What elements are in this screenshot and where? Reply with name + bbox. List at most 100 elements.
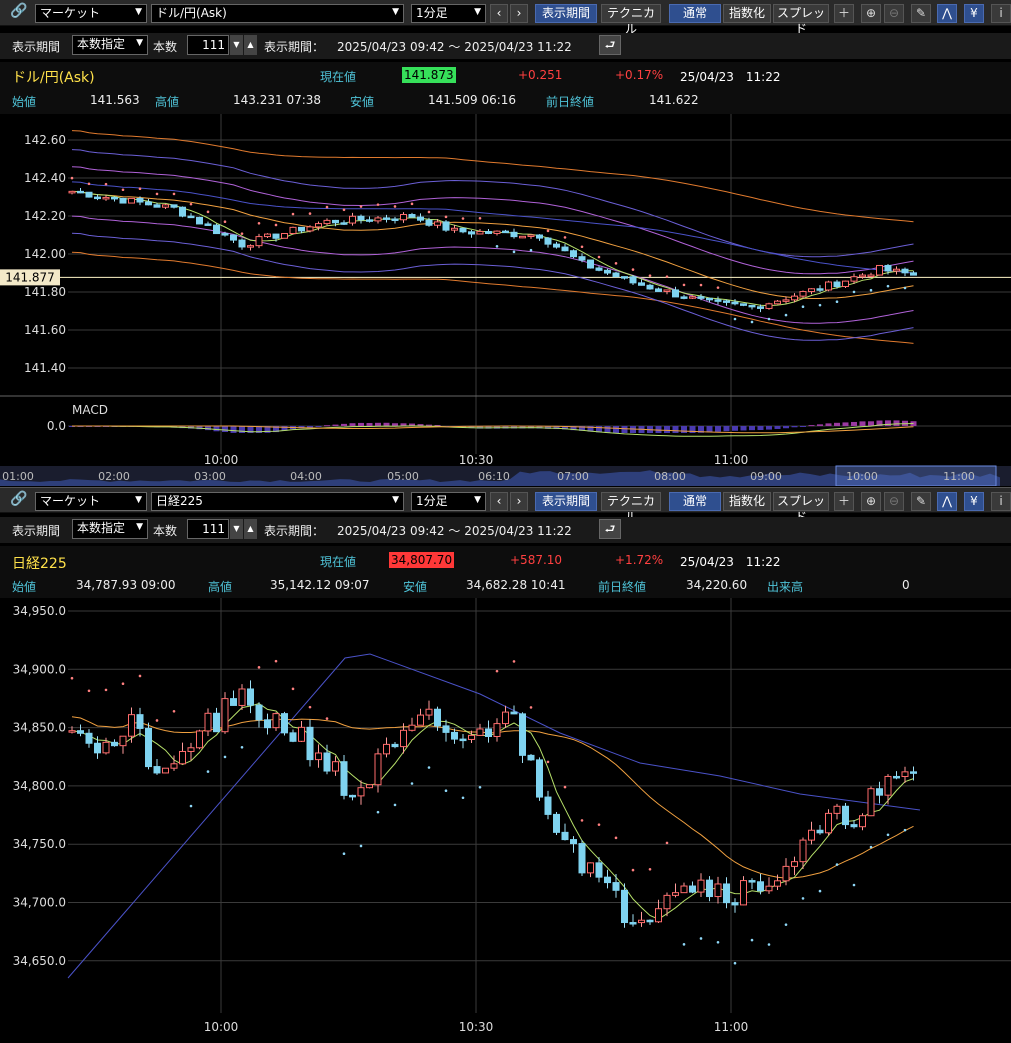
normal-button[interactable]: 通常 [669, 4, 721, 23]
macd-bar [783, 426, 789, 429]
zoom-in-icon[interactable]: ⊕ [861, 492, 881, 511]
period-label: 表示期間 [12, 524, 61, 538]
info-icon[interactable]: i [991, 492, 1011, 511]
candle [697, 296, 705, 299]
sar-dot [104, 182, 108, 186]
sar-dot [257, 222, 261, 225]
next-button[interactable]: › [510, 492, 528, 511]
prev-close-value: 141.622 [649, 93, 699, 107]
count-down-button[interactable]: ▼ [230, 519, 243, 539]
candle [187, 215, 195, 219]
prev-button[interactable]: ‹ [490, 492, 508, 511]
high-value: 143.231 07:38 [233, 93, 322, 107]
sar-dot [189, 804, 193, 808]
pencil-icon[interactable]: ✎ [911, 4, 931, 23]
count-up-button[interactable]: ▲ [244, 35, 257, 55]
normal-button[interactable]: 通常 [669, 492, 721, 511]
candle [663, 894, 671, 910]
candle [374, 753, 382, 786]
market-select[interactable]: マーケット ▼ [35, 4, 147, 23]
candle [238, 239, 246, 248]
change-value: +0.251 [518, 68, 563, 82]
candle [748, 304, 756, 308]
y-tick-label: 34,800.0 [13, 779, 66, 793]
reset-icon[interactable]: ⮐ [599, 519, 621, 539]
sar-dot [104, 688, 108, 692]
bottom-chart-area[interactable]: 34,950.0 34,900.0 34,850.0 34,800.0 34,750.0… [0, 598, 1011, 1043]
interval-select[interactable]: 1分足 ▼ [411, 492, 486, 511]
y-tick-label: 34,650.0 [13, 954, 66, 968]
zoom-out-icon[interactable]: ⊖ [884, 4, 904, 23]
reset-icon[interactable]: ⮐ [599, 35, 621, 55]
candle [425, 708, 433, 716]
spread-button[interactable]: スプレッド [773, 492, 829, 524]
info-icon[interactable]: i [991, 4, 1011, 23]
plus-icon[interactable]: ＋ [834, 4, 854, 23]
candle [221, 698, 229, 733]
zoom-in-icon[interactable]: ⊕ [861, 4, 881, 23]
sar-dot [274, 223, 278, 227]
plus-icon[interactable]: ＋ [834, 492, 854, 511]
top-chart-area[interactable]: 142.60 142.40 142.20 142.00 141.80 141.60 141.… [0, 114, 1011, 486]
y-tick-label: 34,850.0 [13, 721, 66, 735]
period-mode-label: 本数指定 [77, 37, 126, 51]
candle [128, 197, 135, 204]
top-info-bar: ドル/円(Ask) 現在値 141.873 +0.251 +0.17% 25/0… [0, 62, 1011, 114]
sar-dot [512, 250, 516, 254]
technical-button[interactable]: テクニカル [601, 4, 661, 36]
bottom-period-row: 表示期間 本数指定 ▼ 本数 111 ▼ ▲ 表示期間： 2025/04/23 0… [0, 517, 1011, 543]
sar-dot [563, 236, 567, 239]
index-button[interactable]: 指数化 [723, 492, 771, 511]
sar-dot [818, 303, 822, 307]
candle [221, 233, 229, 236]
period-mode-select[interactable]: 本数指定 ▼ [72, 519, 148, 539]
period-button[interactable]: 表示期間 [535, 4, 597, 23]
period-mode-select[interactable]: 本数指定 ▼ [72, 35, 148, 55]
interval-select[interactable]: 1分足 ▼ [411, 4, 486, 23]
macd-bar [774, 426, 781, 429]
candle [204, 223, 212, 226]
ma-long-line [71, 181, 914, 274]
candle [791, 295, 798, 301]
high-label: 高値 [155, 95, 180, 109]
symbol-select[interactable]: 日経225 ▼ [151, 492, 404, 511]
candle [255, 236, 263, 247]
candle [383, 743, 390, 755]
candle [94, 196, 101, 200]
period-button[interactable]: 表示期間 [535, 492, 597, 511]
spread-button[interactable]: スプレッド [773, 4, 829, 36]
cursor-chart-icon[interactable]: ⋀ [937, 4, 957, 23]
datetime: 25/04/23 11:22 [680, 70, 781, 84]
market-select[interactable]: マーケット ▼ [35, 492, 147, 511]
index-button[interactable]: 指数化 [723, 4, 771, 23]
next-button[interactable]: › [510, 4, 528, 23]
count-down-button[interactable]: ▼ [230, 35, 243, 55]
count-input[interactable]: 111 [187, 35, 229, 55]
macd-bar [307, 426, 313, 428]
candle [544, 237, 552, 245]
candle [451, 227, 458, 231]
sar-dot [291, 212, 295, 216]
link-icon[interactable]: 🔗 [10, 491, 27, 510]
candle [638, 282, 645, 286]
count-input[interactable]: 111 [187, 519, 229, 539]
sar-dot [512, 660, 516, 663]
technical-button[interactable]: テクニカル [601, 492, 661, 524]
cursor-chart-icon[interactable]: ⋀ [937, 492, 957, 511]
count-up-button[interactable]: ▲ [244, 519, 257, 539]
pencil-icon[interactable]: ✎ [911, 492, 931, 511]
yen-icon[interactable]: ¥ [964, 4, 984, 23]
candle [476, 728, 484, 736]
link-icon[interactable]: 🔗 [10, 3, 27, 22]
zoom-out-icon[interactable]: ⊖ [884, 492, 904, 511]
yen-icon[interactable]: ¥ [964, 492, 984, 511]
prev-button[interactable]: ‹ [490, 4, 508, 23]
sar-dot [172, 192, 176, 196]
candle [553, 813, 560, 833]
sar-dot [699, 283, 703, 287]
candle [230, 234, 237, 241]
sar-dot [903, 286, 907, 290]
symbol-select[interactable]: ドル/円(Ask) ▼ [151, 4, 404, 23]
chevron-down-icon: ▼ [136, 522, 143, 532]
sar-dot [546, 760, 550, 764]
